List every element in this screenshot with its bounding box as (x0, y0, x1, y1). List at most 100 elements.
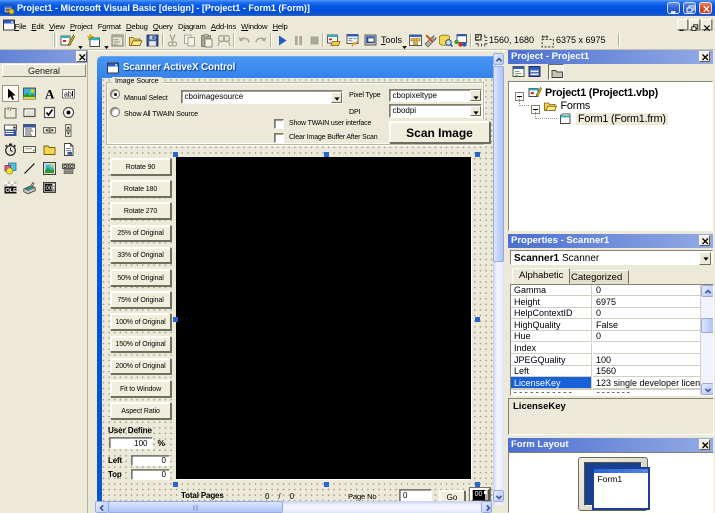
side-button-150-of-original[interactable]: 150% of Original (110, 336, 171, 353)
tool-combobox-icon[interactable] (2, 122, 19, 139)
property-grid-scrollbar[interactable] (700, 285, 714, 396)
side-button-100-of-original[interactable]: 100% of Original (110, 313, 171, 330)
property-row-height[interactable]: Height6975 (511, 296, 700, 308)
selection-handle[interactable] (173, 482, 178, 487)
property-row-gamma[interactable]: Gamma0 (511, 285, 700, 297)
tool-drivelistbox-icon[interactable] (21, 141, 38, 158)
redo-button[interactable] (253, 33, 268, 48)
tool-timer-icon[interactable] (2, 141, 19, 158)
vscroll-thumb[interactable] (493, 66, 505, 262)
mdi-minimize-button[interactable] (677, 19, 688, 30)
restore-button[interactable] (683, 2, 696, 14)
project-panel-titlebar[interactable]: Project - Project1 (508, 50, 713, 64)
tree-item-form1[interactable]: Form1 (Form1.frm) (576, 113, 668, 125)
view-code-button[interactable] (512, 65, 526, 79)
selection-handle[interactable] (475, 152, 480, 157)
mini-form-window[interactable]: Form1 (592, 467, 651, 510)
image-source-combo[interactable]: cboimagesource (181, 90, 343, 104)
property-row-jpegquality[interactable]: JPEGQuality100 (511, 354, 700, 366)
tab-categorized[interactable]: Categorized (564, 270, 629, 284)
image-source-combo-dropdown-icon[interactable] (331, 92, 342, 103)
side-button-75-of-original[interactable]: 75% of Original (110, 291, 171, 308)
selection-handle[interactable] (475, 482, 480, 487)
start-button[interactable] (275, 33, 290, 48)
form-window-icon[interactable] (107, 61, 120, 74)
project-explorer-button[interactable] (326, 33, 341, 48)
tool-leddisplay-icon[interactable]: 00 (41, 179, 58, 196)
tool-data-icon[interactable] (60, 160, 77, 177)
side-button-rotate-270[interactable]: Rotate 270 (110, 202, 171, 219)
tool-picturebox-icon[interactable] (21, 85, 38, 102)
object-combo-dropdown-icon[interactable] (699, 252, 711, 265)
hscroll-right-icon[interactable] (481, 501, 492, 513)
property-row-hue[interactable]: Hue0 (511, 331, 700, 343)
selection-handle[interactable] (324, 152, 329, 157)
hscroll-left-icon[interactable] (95, 501, 109, 513)
manual-select-radio[interactable] (110, 89, 120, 99)
component-manager-button[interactable] (453, 33, 468, 48)
side-button-25-of-original[interactable]: 25% of Original (110, 225, 171, 242)
tool-frame-icon[interactable]: xy (2, 104, 19, 121)
form-design-surface[interactable]: Image SourceManual SelectShow All TWAIN … (102, 78, 493, 513)
tool-ole-icon[interactable]: OLE (2, 179, 19, 196)
object-browser-button[interactable] (408, 33, 423, 48)
break-button[interactable] (291, 33, 306, 48)
tool-scanner-icon[interactable] (21, 179, 38, 196)
formlayout-close-icon[interactable] (699, 439, 710, 450)
tool-commandbutton-icon[interactable] (21, 104, 38, 121)
selection-handle[interactable] (324, 482, 329, 487)
side-button-50-of-original[interactable]: 50% of Original (110, 269, 171, 286)
side-button-rotate-90[interactable]: Rotate 90 (110, 158, 171, 175)
close-button[interactable] (699, 2, 712, 14)
horizontal-scrollbar[interactable] (95, 501, 492, 513)
tool-shape-icon[interactable] (2, 160, 19, 177)
end-button[interactable] (307, 33, 322, 48)
property-row-index[interactable]: Index (511, 343, 700, 355)
view-object-button[interactable] (528, 65, 542, 79)
undo-button[interactable] (237, 33, 252, 48)
vertical-scrollbar[interactable] (493, 53, 505, 505)
pixel-type-combo[interactable]: cbopixeltype (389, 89, 482, 103)
toolbox-titlebar[interactable] (0, 50, 88, 63)
side-button-fit-to-window[interactable]: Fit to Window (110, 380, 171, 397)
show-twain-ui-checkbox[interactable] (274, 119, 284, 129)
side-button-aspect-ratio[interactable]: Aspect Ratio (110, 402, 171, 419)
toolbox-tab-general[interactable]: General (2, 64, 86, 77)
properties-close-icon[interactable] (699, 235, 710, 246)
object-combobox[interactable]: Scanner1Scanner (510, 250, 713, 265)
show-all-twain-radio[interactable] (110, 107, 120, 117)
toolbox-button[interactable] (423, 33, 438, 48)
minimize-button[interactable] (667, 2, 680, 14)
selection-handle[interactable] (173, 152, 178, 157)
tree-expander-icon[interactable] (531, 101, 540, 110)
tab-alphabetic[interactable]: Alphabetic (512, 268, 570, 284)
paste-button[interactable] (199, 33, 214, 48)
tree-expander-icon[interactable] (515, 88, 524, 97)
side-button-33-of-original[interactable]: 33% of Original (110, 247, 171, 264)
tool-vscrollbar-icon[interactable] (60, 122, 77, 139)
tool-line-icon[interactable] (21, 160, 38, 177)
data-view-button[interactable] (438, 33, 453, 48)
property-row-helpcontextid[interactable]: HelpContextID0 (511, 308, 700, 320)
image-viewer-control[interactable] (176, 157, 471, 479)
properties-panel-titlebar[interactable]: Properties - Scanner1 (508, 234, 713, 248)
properties-window-button[interactable] (345, 33, 360, 48)
scan-image-button[interactable]: Scan Image (389, 121, 490, 143)
tree-item-forms[interactable]: Forms (561, 100, 591, 112)
mdi-restore-button[interactable] (689, 19, 700, 30)
propgrid-up-icon[interactable] (701, 285, 714, 297)
size-button[interactable] (540, 33, 555, 48)
selection-handle[interactable] (475, 317, 480, 322)
add-project-button[interactable] (60, 33, 75, 48)
formlayout-panel-titlebar[interactable]: Form Layout (508, 438, 713, 452)
tree-item-project1[interactable]: Project1 (Project1.vbp) (545, 87, 658, 99)
tool-dirlistbox-icon[interactable] (41, 141, 58, 158)
tool-pointer-icon[interactable] (2, 85, 19, 102)
tool-listbox-icon[interactable] (21, 122, 38, 139)
open-button[interactable] (128, 33, 143, 48)
user-define-input[interactable]: 100 (109, 437, 153, 450)
save-button[interactable] (145, 33, 160, 48)
tool-textbox-icon[interactable]: ab (60, 85, 77, 102)
tool-image-icon[interactable] (41, 160, 58, 177)
toolbar-grip[interactable] (52, 33, 57, 47)
